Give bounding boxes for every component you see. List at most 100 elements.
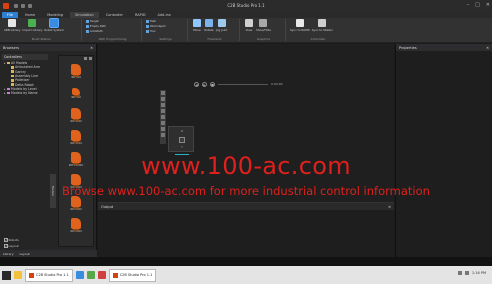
tab-add-ins[interactable]: Add-Ins — [153, 12, 176, 18]
measure-icon[interactable] — [161, 103, 165, 107]
watermark-text: Browse www.100-ac.com for more industria… — [62, 184, 430, 198]
expand-icon[interactable]: ▸ — [4, 91, 6, 95]
close-icon[interactable]: ✕ — [90, 46, 93, 50]
model-item[interactable]: IRB 2600 — [59, 215, 93, 237]
time-readout: 0:00:00 — [271, 82, 283, 86]
move-icon — [193, 19, 201, 27]
network-icon[interactable] — [457, 271, 462, 275]
minimize-button[interactable]: – — [467, 2, 470, 8]
model-name: IRB 2400 — [70, 208, 82, 212]
folder-icon — [11, 70, 14, 73]
select-icon[interactable] — [161, 91, 165, 95]
ribbon-group-controller: Sync to RAPID Sync to Station Controller — [288, 19, 348, 41]
rotate-button[interactable]: Rotate — [204, 19, 214, 32]
browser-panel: Browsers ✕ Controllers ▸ All Models Articu… — [0, 44, 97, 257]
model-items: IRB 120 IRB 140 IRB 1200 IRB 1410 IRB 1520ID… — [59, 61, 93, 237]
window-title: C2B Studio Pro 1.1 — [227, 3, 265, 8]
browser-panel-header: Browsers ✕ — [0, 44, 96, 51]
tab-simulation[interactable]: Simulation — [70, 11, 99, 18]
abb-library-button[interactable]: ABB Library — [4, 19, 20, 32]
navigation-cube[interactable]: Z Y — [168, 126, 194, 155]
media-icon[interactable] — [86, 271, 95, 279]
autopath-button[interactable]: AutoPath — [86, 29, 106, 33]
file-explorer-icon[interactable] — [14, 271, 22, 279]
empty-path-button[interactable]: Empty Path — [86, 24, 106, 28]
sync-icon — [295, 19, 304, 27]
view-toolbar — [160, 90, 166, 144]
tab-rapid[interactable]: RAPID — [130, 12, 151, 18]
checkbox-icon[interactable]: ✓ — [4, 238, 8, 242]
library-icon — [8, 19, 17, 27]
search-icon[interactable] — [84, 57, 87, 60]
filter-icon[interactable] — [89, 57, 92, 60]
task-dropdown[interactable]: Task — [146, 19, 166, 23]
close-icon[interactable]: ✕ — [388, 205, 391, 209]
orbit-icon[interactable] — [161, 121, 165, 125]
zoom-icon[interactable] — [161, 109, 165, 113]
footer-tab-library[interactable]: Library — [3, 252, 14, 256]
browser-icon[interactable] — [75, 271, 84, 279]
footer-tab-layout[interactable]: Layout — [20, 252, 30, 256]
robot-system-button[interactable]: Robot System — [44, 18, 64, 32]
cube-icon — [179, 137, 185, 143]
record-icon[interactable] — [97, 271, 106, 279]
model-item[interactable]: IRB 140 — [59, 83, 93, 105]
close-icon[interactable]: ✕ — [486, 46, 489, 50]
maximize-button[interactable]: □ — [475, 2, 480, 8]
tool-dropdown[interactable]: Tool — [146, 29, 166, 33]
timeline-track[interactable] — [218, 84, 268, 85]
close-button[interactable]: ✕ — [486, 2, 490, 8]
rewind-icon[interactable]: ◀ — [194, 82, 199, 87]
ribbon: ABB Library Import Library Robot System … — [0, 18, 492, 43]
tree-item[interactable]: ▸ Models by Name — [2, 91, 48, 95]
snap-icon[interactable] — [161, 97, 165, 101]
window-controls: – □ ✕ — [467, 2, 490, 8]
model-item[interactable]: IRB 1410 — [59, 127, 93, 149]
model-item[interactable]: IRB 120 — [59, 61, 93, 83]
fit-icon[interactable] — [161, 127, 165, 131]
output-panel-header: Output ✕ — [98, 203, 394, 210]
target-button[interactable]: Target — [86, 19, 106, 23]
title-bar: C2B Studio Pro 1.1 – □ ✕ — [0, 0, 492, 11]
move-button[interactable]: Move — [192, 19, 202, 32]
expand-icon[interactable]: ▸ — [4, 61, 6, 65]
browser-footer: Library Layout — [0, 250, 97, 257]
checkbox-label: Robots — [8, 238, 19, 242]
start-button[interactable] — [2, 270, 11, 280]
group-label: Path Programming — [98, 37, 127, 41]
tree-header: Controllers — [2, 54, 48, 60]
watermark-url: www.100-ac.com — [141, 152, 351, 180]
folder-icon — [7, 61, 10, 65]
sync-to-station-button[interactable]: Sync to Station — [312, 19, 333, 32]
view-button[interactable]: View — [244, 19, 254, 32]
taskbar: C2B Studio Pro 1.1 C2B Studio Pro 1.1 1:… — [0, 266, 492, 284]
checkbox-icon[interactable]: ✓ — [4, 244, 8, 248]
model-name: IRB 1410 — [70, 142, 82, 146]
import-library-button[interactable]: Import Library — [22, 19, 42, 32]
taskbar-task[interactable]: C2B Studio Pro 1.1 — [25, 268, 73, 282]
tab-file[interactable]: File — [2, 11, 18, 18]
taskbar-task[interactable]: C2B Studio Pro 1.1 — [108, 268, 157, 282]
tab-home[interactable]: Home — [20, 12, 40, 18]
pan-icon[interactable] — [161, 115, 165, 119]
volume-icon[interactable] — [464, 271, 469, 275]
workobject-dropdown[interactable]: Workobject — [146, 24, 166, 28]
folder-icon — [11, 79, 14, 82]
jog-joint-button[interactable]: Jog Joint — [216, 19, 227, 32]
ribbon-group-freehand: Move Rotate Jog Joint Freehand — [190, 19, 240, 41]
ribbon-group-graphics: View Show/Hide Graphics — [242, 19, 286, 41]
checkbox-label: Layout — [8, 244, 19, 248]
stop-icon[interactable]: ■ — [210, 82, 215, 87]
station-icon — [318, 19, 327, 27]
robot-system-icon — [49, 18, 60, 28]
model-item[interactable]: IRB 1200 — [59, 105, 93, 127]
ribbon-group-build-station: ABB Library Import Library Robot System … — [2, 18, 82, 41]
play-icon[interactable]: ▶ — [202, 82, 207, 87]
sync-to-rapid-button[interactable]: Sync to RAPID — [290, 19, 310, 32]
tab-controller[interactable]: Controller — [101, 12, 128, 18]
clock[interactable]: 1:16 PM — [472, 271, 486, 275]
tab-modeling[interactable]: Modeling — [42, 12, 68, 18]
model-tree: Controllers ▸ All Models Articulated Arm Ga… — [2, 54, 48, 95]
show-hide-button[interactable]: Show/Hide — [256, 19, 271, 32]
frame-icon[interactable] — [161, 133, 165, 137]
